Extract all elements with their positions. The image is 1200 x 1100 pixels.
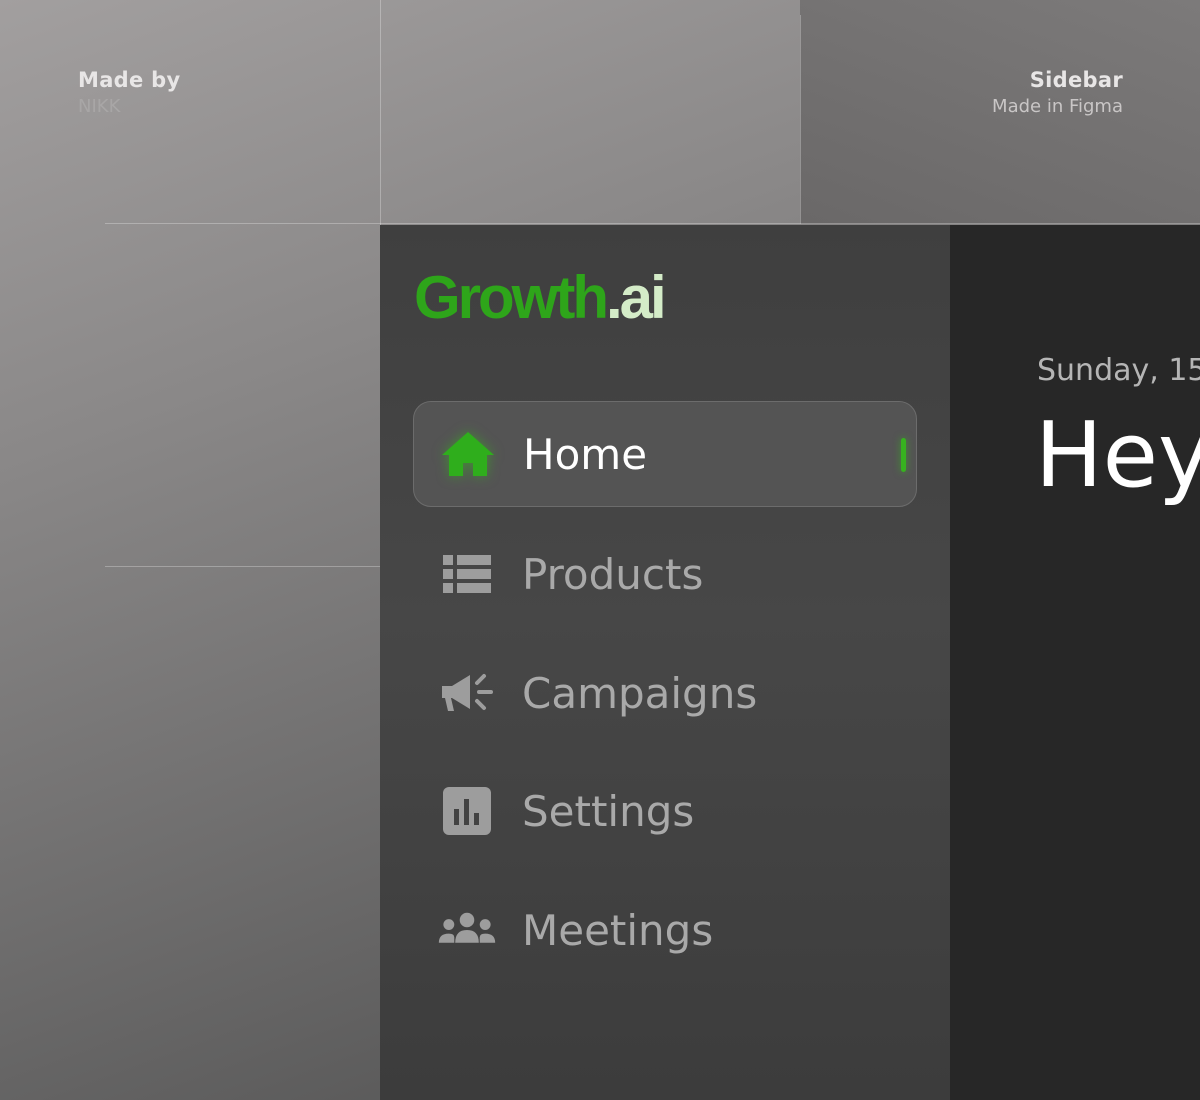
- brand-suffix: .ai: [605, 264, 667, 331]
- sidebar-item-label: Campaigns: [522, 668, 758, 718]
- sidebar-item-label: Settings: [522, 786, 695, 836]
- bar-chart-icon: [437, 787, 497, 835]
- sidebar-item-meetings[interactable]: Meetings: [413, 877, 917, 983]
- home-icon: [438, 432, 498, 476]
- sidebar-item-products[interactable]: Products: [413, 521, 917, 627]
- greeting-heading: Hey: [1035, 403, 1200, 508]
- main-content: Sunday, 15 Hey: [950, 225, 1200, 1100]
- brand-name: Growth: [414, 264, 609, 331]
- users-icon: [437, 908, 497, 952]
- grid-line-vertical: [800, 15, 801, 224]
- sidebar-item-label: Home: [523, 429, 648, 479]
- author-name: NIKK: [78, 96, 121, 117]
- sidebar-item-label: Meetings: [522, 905, 714, 955]
- project-info: Sidebar Made in Figma: [992, 68, 1123, 117]
- credits: Made by NIKK: [78, 68, 180, 117]
- active-indicator: [901, 438, 906, 472]
- grid-line-horizontal: [105, 223, 1200, 224]
- sidebar: Growth.ai Home Products Campaigns Settin…: [380, 225, 950, 1100]
- megaphone-icon: [437, 671, 497, 715]
- made-by-label: Made by: [78, 68, 181, 92]
- list-icon: [437, 552, 497, 596]
- sidebar-item-settings[interactable]: Settings: [413, 758, 917, 864]
- sidebar-item-home[interactable]: Home: [413, 401, 917, 507]
- sidebar-item-campaigns[interactable]: Campaigns: [413, 640, 917, 746]
- project-title: Sidebar: [1029, 68, 1123, 92]
- project-subtitle: Made in Figma: [992, 96, 1123, 117]
- brand-logo[interactable]: Growth.ai: [414, 264, 667, 331]
- grid-line-horizontal: [105, 566, 380, 567]
- sidebar-item-label: Products: [522, 549, 704, 599]
- date-label: Sunday, 15: [1037, 353, 1200, 388]
